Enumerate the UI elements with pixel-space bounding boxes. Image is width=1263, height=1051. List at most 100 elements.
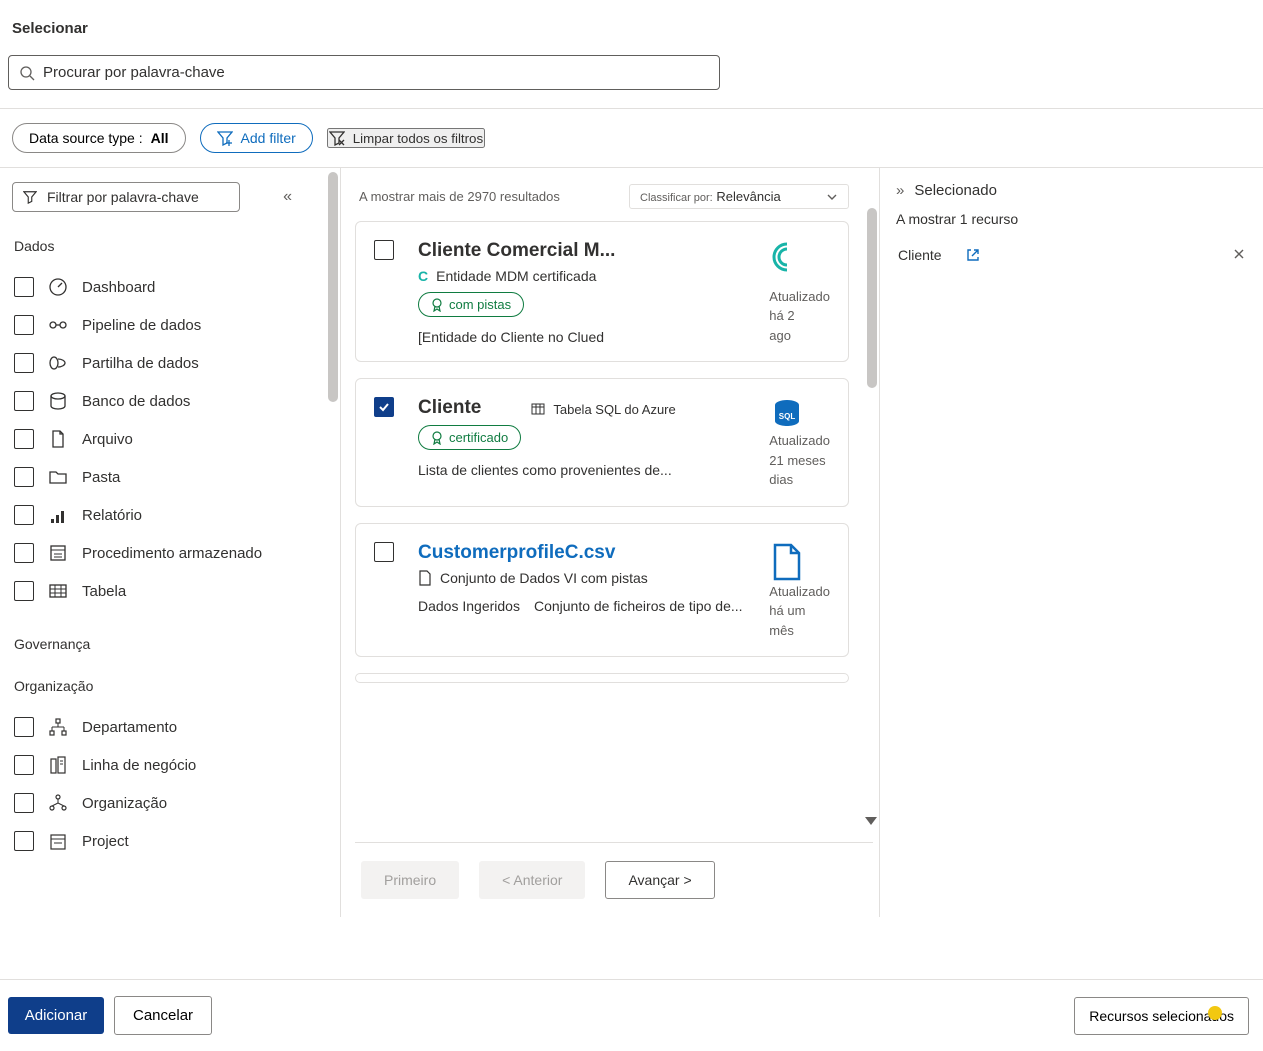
storedproc-icon [48, 543, 68, 563]
result-subtype: C Entidade MDM certificada [418, 268, 758, 284]
section-organizacao: Organização [14, 678, 318, 694]
result-description: Dados Ingeridos Conjunto de ficheiros de… [418, 598, 758, 614]
checkbox[interactable] [14, 353, 34, 373]
table-icon [48, 581, 68, 601]
result-title: Cliente Tabela SQL do Azure [418, 397, 758, 419]
sidebar-item-storedproc[interactable]: Procedimento armazenado [12, 534, 318, 572]
pipeline-icon [48, 315, 68, 335]
selected-count: A mostrar 1 recurso [896, 211, 1247, 227]
sidebar-item-label: Dashboard [82, 279, 155, 296]
checkbox[interactable] [14, 429, 34, 449]
scrollbar-thumb[interactable] [867, 208, 877, 388]
sidebar-item-datashare[interactable]: Partilha de dados [12, 344, 318, 382]
data-source-value: All [151, 130, 169, 146]
checkbox[interactable] [14, 831, 34, 851]
footer: Adicionar Cancelar Recursos selecionados [0, 979, 1263, 1051]
result-updated: Atualizado 21 meses dias [769, 431, 830, 490]
result-title[interactable]: CustomerprofileC.csv [418, 542, 758, 564]
checkbox[interactable] [374, 397, 394, 417]
share-icon [48, 353, 68, 373]
sidebar-item-label: Project [82, 833, 129, 850]
sort-value: Relevância [716, 189, 780, 204]
selected-heading: » Selecionado [896, 182, 1247, 199]
sort-dropdown[interactable]: Classificar por: Relevância [629, 184, 849, 209]
keyword-search-input[interactable] [43, 64, 709, 81]
result-card[interactable]: Cliente Tabela SQL do Azure certificado … [355, 378, 849, 507]
checkbox[interactable] [14, 543, 34, 563]
sidebar-collapse-button[interactable]: « [283, 188, 292, 206]
sidebar-item-report[interactable]: Relatório [12, 496, 318, 534]
header: Selecionar [0, 0, 1263, 108]
sidebar-item-label: Linha de negócio [82, 757, 196, 774]
sidebar-item-dashboard[interactable]: Dashboard [12, 268, 318, 306]
checkbox[interactable] [14, 793, 34, 813]
chevron-down-icon [826, 191, 838, 203]
sidebar-filter-placeholder: Filtrar por palavra-chave [47, 189, 199, 205]
gauge-icon [48, 277, 68, 297]
data-source-type-pill[interactable]: Data source type : All [12, 123, 186, 153]
sidebar-item-folder[interactable]: Pasta [12, 458, 318, 496]
selected-resources-button[interactable]: Recursos selecionados [1074, 997, 1249, 1035]
main-area: Filtrar por palavra-chave « Dados Dashbo… [0, 167, 1263, 917]
result-updated: Atualizado há 2 ago [769, 287, 830, 346]
sidebar-item-label: Departamento [82, 719, 177, 736]
sidebar-item-label: Organização [82, 795, 167, 812]
keyword-search[interactable] [8, 55, 720, 90]
result-title: Cliente Comercial M... [418, 240, 758, 262]
table-icon [531, 402, 545, 416]
checkbox[interactable] [14, 505, 34, 525]
sidebar-filter-input-container[interactable]: Filtrar por palavra-chave [12, 182, 240, 212]
sidebar-item-table[interactable]: Tabela [12, 572, 318, 610]
ribbon-icon [431, 431, 443, 445]
data-source-label: Data source type : [29, 130, 143, 146]
sidebar-item-project[interactable]: Project [12, 822, 318, 860]
sidebar-item-department[interactable]: Departamento [12, 708, 318, 746]
checkbox[interactable] [14, 315, 34, 335]
checkbox[interactable] [14, 277, 34, 297]
scrollbar-down-arrow[interactable] [865, 817, 877, 825]
results-topbar: A mostrar mais de 2970 resultados Classi… [355, 180, 873, 221]
pager: Primeiro < Anterior Avançar > [355, 842, 873, 905]
remove-selected-button[interactable] [1233, 247, 1245, 263]
pager-next-button[interactable]: Avançar > [605, 861, 714, 899]
cancel-button[interactable]: Cancelar [114, 996, 212, 1035]
section-dados: Dados [14, 238, 318, 254]
result-subtype: Conjunto de Dados VI com pistas [418, 570, 758, 586]
sidebar-item-label: Banco de dados [82, 393, 190, 410]
result-card[interactable]: Cliente Comercial M... C Entidade MDM ce… [355, 221, 849, 362]
checkbox[interactable] [14, 755, 34, 775]
result-card-partial [355, 673, 849, 683]
add-button[interactable]: Adicionar [8, 997, 104, 1034]
file-large-icon [770, 542, 804, 582]
checkbox[interactable] [14, 391, 34, 411]
sidebar-item-organization[interactable]: Organização [12, 784, 318, 822]
checkbox[interactable] [14, 467, 34, 487]
selected-item-name: Cliente [898, 247, 942, 263]
folder-icon [48, 467, 68, 487]
pager-prev-button[interactable]: < Anterior [479, 861, 585, 899]
clear-filters-label: Limpar todos os filtros [353, 131, 483, 146]
sidebar-item-label: Tabela [82, 583, 126, 600]
results-panel: A mostrar mais de 2970 resultados Classi… [340, 168, 880, 917]
sidebar-item-pipeline[interactable]: Pipeline de dados [12, 306, 318, 344]
checkbox[interactable] [374, 542, 394, 562]
checkbox[interactable] [14, 717, 34, 737]
results-count: A mostrar mais de 2970 resultados [359, 189, 560, 204]
scrollbar-thumb[interactable] [328, 172, 338, 402]
open-external-icon[interactable] [966, 248, 980, 262]
project-icon [48, 831, 68, 851]
filter-sidebar: Filtrar por palavra-chave « Dados Dashbo… [0, 168, 340, 917]
pager-first-button[interactable]: Primeiro [361, 861, 459, 899]
notification-dot [1208, 1006, 1222, 1020]
org-icon [48, 793, 68, 813]
checkbox[interactable] [374, 240, 394, 260]
clear-filters-button[interactable]: Limpar todos os filtros [327, 128, 485, 148]
sidebar-item-file[interactable]: Arquivo [12, 420, 318, 458]
add-filter-button[interactable]: Add filter [200, 123, 313, 153]
file-icon [48, 429, 68, 449]
sidebar-item-database[interactable]: Banco de dados [12, 382, 318, 420]
chevron-double-right-icon[interactable]: » [896, 182, 904, 199]
sidebar-item-lob[interactable]: Linha de negócio [12, 746, 318, 784]
checkbox[interactable] [14, 581, 34, 601]
result-card[interactable]: CustomerprofileC.csv Conjunto de Dados V… [355, 523, 849, 658]
